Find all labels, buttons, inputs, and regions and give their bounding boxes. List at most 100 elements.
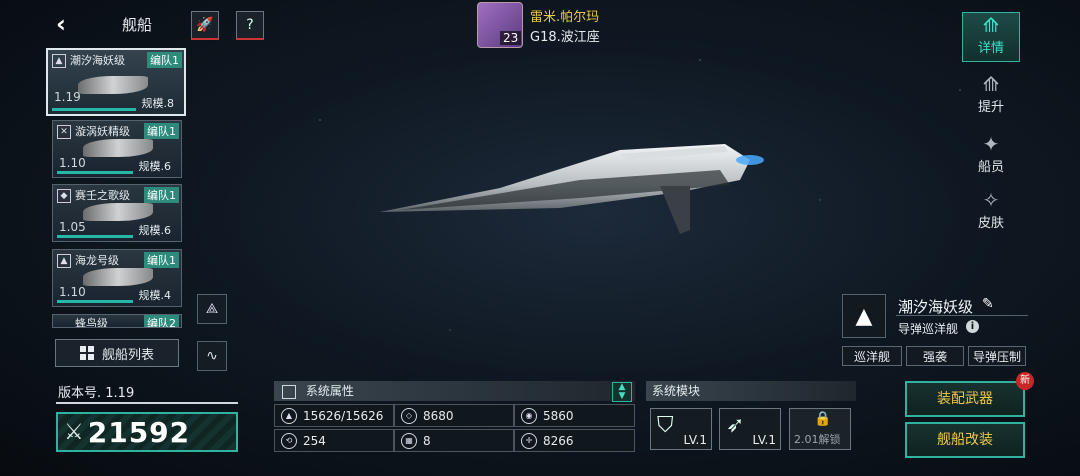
attr-attack: ✛ 8266 (514, 429, 635, 452)
back-arrow-icon[interactable]: ‹ (56, 12, 78, 36)
class-icon: ◆ (57, 189, 71, 203)
upgrade-icon: ⟰ (982, 72, 1000, 96)
pulse-icon: ∿ (206, 348, 218, 364)
version-label: 版本号. 1.19 (58, 386, 135, 401)
attr-shield: ◉ 5860 (514, 404, 635, 427)
rocket-button[interactable]: 🚀 (191, 11, 219, 40)
ship-card-5[interactable]: 蜂鸟级 编队2 (52, 314, 182, 328)
ship-card-3[interactable]: ◆ 赛壬之歌级 编队1 1.05 规模.6 (52, 184, 182, 242)
ship-card-name: 蜂鸟级 (75, 317, 108, 328)
shield-icon: ⛉ (657, 413, 674, 438)
ship-version: 1.19 (54, 90, 81, 104)
attr-energy: ▦ 8 (394, 429, 514, 452)
tag-assault: 强袭 (906, 346, 964, 366)
equip-weapon-button[interactable]: 装配武器 (905, 381, 1025, 417)
team-badge: 编队1 (144, 123, 179, 139)
expand-toggle-icon[interactable]: ▲ ▼ (612, 382, 632, 402)
tag-cruiser: 巡洋舰 (842, 346, 902, 366)
team-badge: 编队2 (144, 315, 179, 327)
stats-button[interactable]: ∿ (197, 341, 227, 371)
ship-version: 1.05 (59, 220, 86, 234)
module-slot-locked[interactable]: 🔒 2.01解锁 (789, 408, 851, 450)
fleet-list-label: 舰船列表 (101, 347, 154, 363)
formation-icon: ⟁ (205, 301, 219, 317)
ship-refit-button[interactable]: 舰船改装 (905, 422, 1025, 458)
target-icon: ✛ (521, 432, 537, 449)
ship-version: 1.10 (59, 156, 86, 170)
ship-version: 1.10 (59, 285, 86, 299)
rocket-icon: 🚀 (196, 17, 214, 33)
modules-title: 系统模块 (652, 384, 701, 398)
module-slot-1[interactable]: ⛉ LV.1 (650, 408, 712, 450)
info-icon[interactable]: i (966, 320, 979, 333)
attributes-header: 系统属性 (274, 381, 635, 401)
ship-scale: 规模.8 (141, 97, 175, 110)
ship-thumbnail (83, 139, 153, 157)
tab-details[interactable]: ⟰ 详情 (962, 12, 1020, 62)
ship-progress-bar (52, 108, 136, 111)
attr-armor: ◇ 8680 (394, 404, 514, 427)
edit-icon[interactable]: ✎ (982, 296, 994, 312)
ship-model[interactable] (380, 130, 780, 240)
ship-thumbnail (83, 203, 153, 221)
ship-progress-bar (57, 235, 133, 238)
divider (896, 315, 1028, 316)
ship-type: 导弹巡洋舰 (898, 322, 959, 336)
ship-scale: 规模.4 (138, 289, 172, 302)
ship-name: 潮汐海妖级 (898, 298, 974, 316)
crew-icon: ✦ (982, 132, 1000, 156)
team-badge: 编队1 (144, 187, 179, 203)
attr-hp: ▲ 15626/15626 (274, 404, 394, 427)
ship-thumbnail (78, 76, 148, 94)
help-button[interactable]: ? (236, 11, 264, 40)
ship-scale: 规模.6 (138, 224, 172, 237)
crossed-swords-icon: ⚔ (64, 419, 84, 445)
hull-icon: ▲ (281, 407, 297, 424)
player-name: 雷米.帕尔玛 (530, 10, 600, 25)
fleet-list-button[interactable]: 舰船列表 (55, 339, 179, 367)
ship-thumbnail (83, 268, 153, 286)
page-title: 舰船 (122, 16, 153, 34)
question-icon: ? (246, 17, 254, 33)
module-slot-2[interactable]: ➶ LV.1 (719, 408, 781, 450)
player-zone: G18.波江座 (530, 30, 600, 45)
tag-missile-suppress: 导弹压制 (968, 346, 1026, 366)
grid-icon (79, 346, 94, 360)
attr-speed: ⟲ 254 (274, 429, 394, 452)
shield-stat-icon: ◉ (521, 407, 537, 424)
attributes-title: 系统属性 (305, 384, 354, 398)
tab-skin[interactable]: ✧ 皮肤 (962, 188, 1020, 238)
ship-detail-icon: ⟰ (982, 13, 1000, 37)
class-icon: ✕ (57, 125, 71, 139)
ship-progress-bar (57, 171, 133, 174)
combat-power: ⚔ 21592 (56, 412, 238, 452)
player-level: 23 (500, 31, 522, 45)
modules-header: 系统模块 (646, 381, 856, 401)
lock-icon: 🔒 (814, 411, 832, 427)
new-badge: 新 (1016, 372, 1034, 390)
attributes-icon (282, 384, 296, 399)
ship-class-icon: ▲ (842, 294, 886, 338)
ship-card-1[interactable]: ▲ 潮汐海妖级 编队1 1.19 规模.8 (46, 48, 186, 116)
armor-icon: ◇ (401, 407, 417, 424)
team-badge: 编队1 (147, 52, 182, 68)
ship-card-name: 赛壬之歌级 (75, 189, 130, 202)
ship-card-name: 漩涡妖精级 (75, 125, 130, 138)
ship-card-2[interactable]: ✕ 漩涡妖精级 编队1 1.10 规模.6 (52, 120, 182, 178)
team-badge: 编队1 (144, 252, 179, 268)
ship-scale: 规模.6 (138, 160, 172, 173)
speed-icon: ⟲ (281, 432, 297, 449)
tab-crew[interactable]: ✦ 船员 (962, 132, 1020, 182)
ship-card-4[interactable]: ▲ 海龙号级 编队1 1.10 规模.4 (52, 249, 182, 307)
class-icon: ▲ (57, 254, 71, 268)
power-value: 21592 (87, 415, 191, 449)
divider (56, 402, 238, 404)
skin-icon: ✧ (982, 188, 1000, 212)
formation-button[interactable]: ⟁ (197, 294, 227, 324)
ship-card-name: 海龙号级 (75, 254, 119, 267)
ship-card-name: 潮汐海妖级 (70, 54, 125, 67)
tab-upgrade[interactable]: ⟰ 提升 (962, 72, 1020, 122)
missile-icon: ➶ (726, 413, 745, 438)
checker-icon: ▦ (401, 432, 417, 449)
class-icon: ▲ (52, 54, 66, 68)
